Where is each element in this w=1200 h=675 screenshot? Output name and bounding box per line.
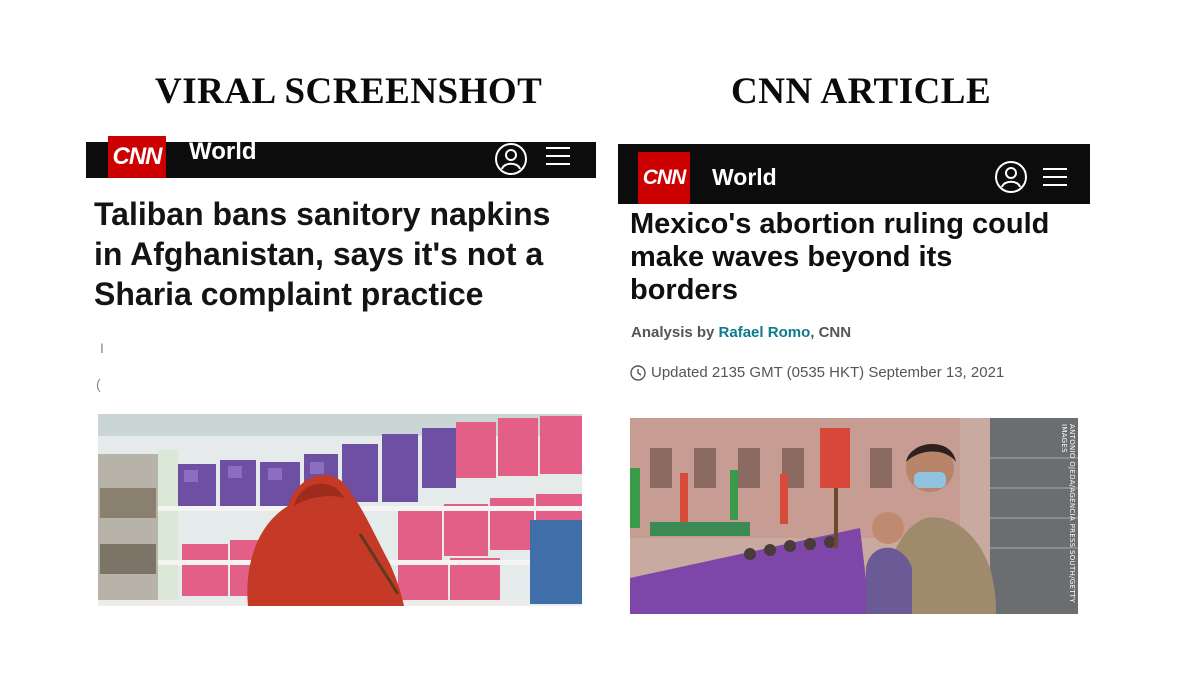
cnn-article-label: CNN ARTICLE (731, 71, 992, 112)
text-fragment: ( (96, 376, 101, 392)
updated-text: Updated 2135 GMT (0535 HKT) September 13… (651, 364, 1005, 381)
photo-credit: ANTONIO OJEDA/AGENCIA PRESS SOUTH/GETTY … (1060, 424, 1076, 603)
store-shelf-photo (98, 414, 582, 606)
user-account-icon[interactable] (994, 160, 1028, 194)
viral-screenshot-panel: CNN World Taliban bans sanitory napkins … (86, 136, 596, 612)
headline-line: borders (630, 274, 738, 306)
user-account-icon[interactable] (494, 142, 528, 176)
cnn-header-bar: CNN World (618, 144, 1090, 204)
byline-suffix: , CNN (810, 324, 852, 341)
updated-timestamp: Updated 2135 GMT (0535 HKT) September 13… (630, 364, 1004, 381)
cnn-article-panel: CNN World Mexico's abortion ruling could… (618, 144, 1090, 616)
headline-line: in Afghanistan, says it's not a (94, 236, 544, 272)
hamburger-menu-icon[interactable] (544, 142, 572, 170)
text-fragment: I (100, 340, 104, 356)
article-headline: Mexico's abortion ruling could make wave… (630, 208, 1080, 307)
hamburger-menu-icon[interactable] (1042, 164, 1068, 190)
byline: Analysis by Rafael Romo, CNN (631, 324, 851, 341)
section-title[interactable]: World (189, 138, 257, 166)
headline-line: Sharia complaint practice (94, 276, 484, 312)
clock-icon (630, 364, 646, 381)
headline-line: make waves beyond its (630, 241, 953, 273)
headline-line: Mexico's abortion ruling could (630, 208, 1050, 240)
protest-photo: ANTONIO OJEDA/AGENCIA PRESS SOUTH/GETTY … (630, 418, 1078, 614)
cnn-header-bar: CNN World (86, 136, 596, 178)
viral-screenshot-label: VIRAL SCREENSHOT (155, 71, 543, 112)
byline-prefix: Analysis by (631, 324, 719, 341)
cnn-logo[interactable]: CNN (638, 152, 690, 204)
section-title[interactable]: World (712, 164, 777, 191)
viral-headline: Taliban bans sanitory napkins in Afghani… (94, 194, 589, 314)
cnn-logo[interactable]: CNN (108, 136, 166, 178)
author-link[interactable]: Rafael Romo (719, 324, 811, 341)
headline-line: Taliban bans sanitory napkins (94, 196, 551, 232)
